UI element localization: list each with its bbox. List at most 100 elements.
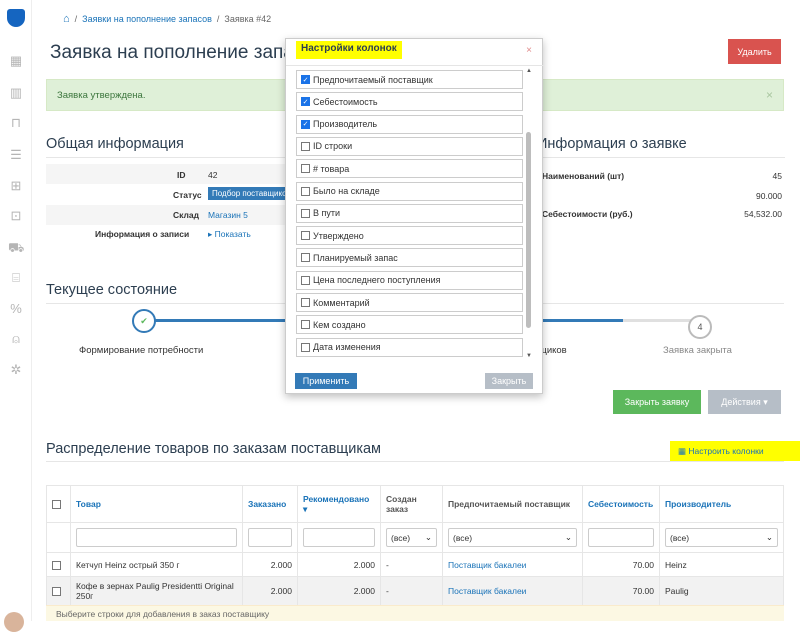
col-cost[interactable]: Себестоимость xyxy=(582,485,660,523)
column-option[interactable]: Утверждено xyxy=(296,226,523,246)
table-row[interactable]: Кетчуп Heinz острый 350 г 2.000 2.000 - … xyxy=(46,552,784,577)
step-4-circle: 4 xyxy=(688,315,712,339)
col-product[interactable]: Товар xyxy=(70,485,243,523)
divider xyxy=(537,157,785,158)
column-option[interactable]: # товара xyxy=(296,159,523,179)
select-all-checkbox[interactable] xyxy=(52,500,61,510)
actions-dropdown-button[interactable]: Действия ▾ xyxy=(708,390,781,414)
product-filter-input[interactable] xyxy=(76,528,237,547)
sidebar: ▦ ▥ ⊓ ☰ ⊞ ⊡ ⛟ ⌸ % ⍝ ✲ xyxy=(0,0,32,632)
column-option[interactable]: ✓ Производитель xyxy=(296,114,523,134)
discount-icon[interactable]: % xyxy=(8,301,24,317)
supplier-link[interactable]: Поставщик бакалеи xyxy=(448,560,526,570)
column-option[interactable]: Кем создано xyxy=(296,315,523,335)
ordered-filter-input[interactable] xyxy=(248,528,292,547)
step-done-icon: ✔ xyxy=(132,309,156,333)
col-ordered[interactable]: Заказано xyxy=(242,485,298,523)
status-label: Статус xyxy=(173,190,202,200)
truck-icon[interactable]: ⛟ xyxy=(8,240,24,256)
column-option-label: В пути xyxy=(313,208,341,219)
reports-icon[interactable]: ▥ xyxy=(8,85,24,101)
column-option-label: Планируемый запас xyxy=(313,252,398,263)
user-icon[interactable]: ⍝ xyxy=(8,331,24,347)
options-scrollbar[interactable]: ▲ ▼ xyxy=(525,68,533,361)
checkbox-checked-icon[interactable]: ✓ xyxy=(301,97,310,107)
breadcrumb-section[interactable]: Заявки на пополнение запасов xyxy=(82,14,212,24)
modal-close-icon[interactable]: × xyxy=(526,45,532,56)
checkbox-icon[interactable] xyxy=(301,342,310,352)
checkbox-icon[interactable] xyxy=(301,253,310,263)
supplier-filter-select[interactable]: (все) ⌄ xyxy=(448,528,577,547)
request-row: 90.000 xyxy=(756,191,782,201)
maker-cell: Heinz xyxy=(659,552,784,577)
recommended-cell: 2.000 xyxy=(297,552,381,577)
status-badge: Подбор поставщиков xyxy=(208,187,295,200)
register-icon[interactable]: ⊞ xyxy=(8,178,24,194)
row-checkbox[interactable] xyxy=(52,587,61,597)
column-option[interactable]: Дата изменения xyxy=(296,337,523,357)
avatar[interactable] xyxy=(4,612,24,632)
show-record-link[interactable]: ▸ Показать xyxy=(208,229,251,239)
scroll-down-icon[interactable]: ▼ xyxy=(525,353,533,359)
step-4-label: Заявка закрыта xyxy=(663,345,732,356)
checkbox-icon[interactable] xyxy=(301,320,310,330)
archive-icon[interactable]: ☰ xyxy=(8,147,24,163)
column-option[interactable]: Комментарий xyxy=(296,293,523,312)
maker-filter-select[interactable]: (все) ⌄ xyxy=(665,528,778,547)
warehouse-link[interactable]: Магазин 5 xyxy=(208,210,248,220)
row-checkbox[interactable] xyxy=(52,560,61,570)
checkbox-icon[interactable] xyxy=(301,164,310,174)
column-option[interactable]: Цена последнего поступления xyxy=(296,270,523,290)
cost-cell: 70.00 xyxy=(582,576,660,606)
created-filter-select[interactable]: (все) ⌄ xyxy=(386,528,437,547)
col-created-order: Создан заказ xyxy=(380,485,443,523)
checkbox-icon[interactable] xyxy=(301,141,310,151)
delete-button[interactable]: Удалить xyxy=(728,39,781,64)
column-option[interactable]: ID строки xyxy=(296,136,523,156)
column-option-label: # товара xyxy=(313,163,350,174)
close-request-button[interactable]: Закрыть заявку xyxy=(613,390,701,414)
column-option[interactable]: В пути xyxy=(296,203,523,223)
col-manufacturer[interactable]: Производитель xyxy=(659,485,784,523)
column-option[interactable]: Планируемый запас xyxy=(296,248,523,268)
column-option[interactable]: ✓ Предпочитаемый поставщик xyxy=(296,70,523,89)
settings-icon[interactable]: ✲ xyxy=(8,362,24,378)
selection-hint: Выберите строки для добавления в заказ п… xyxy=(46,605,784,621)
breadcrumb: ⌂ / Заявки на пополнение запасов / Заявк… xyxy=(63,13,272,25)
id-value: 42 xyxy=(208,170,218,180)
close-button[interactable]: Закрыть xyxy=(485,373,533,389)
app-logo[interactable] xyxy=(7,9,25,27)
checkbox-checked-icon[interactable]: ✓ xyxy=(301,75,310,84)
column-option-label: Дата изменения xyxy=(313,342,381,353)
checkbox-icon[interactable] xyxy=(301,298,310,307)
request-info-title: Информация о заявке xyxy=(537,136,687,152)
checkbox-icon[interactable] xyxy=(301,208,310,218)
distribution-table: Товар Заказано Рекомендовано ▾ Создан за… xyxy=(46,485,784,606)
col-recommended[interactable]: Рекомендовано ▾ xyxy=(297,485,381,523)
warehouse-icon[interactable]: ⊡ xyxy=(8,208,24,224)
recommended-filter-input[interactable] xyxy=(303,528,375,547)
row-bg xyxy=(46,205,291,225)
checkbox-icon[interactable] xyxy=(301,186,310,196)
column-option[interactable]: ✓ Себестоимость xyxy=(296,92,523,112)
apply-button[interactable]: Применить xyxy=(295,373,357,389)
recommended-cell: 2.000 xyxy=(297,576,381,606)
checkbox-icon[interactable] xyxy=(301,275,310,285)
alert-text: Заявка утверждена. xyxy=(57,90,146,101)
clipboard-icon[interactable]: ⌸ xyxy=(8,270,24,286)
dashboard-icon[interactable]: ▦ xyxy=(8,53,24,69)
product-cell: Кофе в зернах Paulig Presidentti Origina… xyxy=(70,576,243,606)
alert-close-icon[interactable]: × xyxy=(766,88,773,102)
cost-filter-input[interactable] xyxy=(588,528,654,547)
configure-columns-link[interactable]: ▦ Настроить колонки xyxy=(670,441,800,461)
current-state-title: Текущее состояние xyxy=(46,282,178,298)
checkbox-checked-icon[interactable]: ✓ xyxy=(301,119,310,129)
table-row[interactable]: Кофе в зернах Paulig Presidentti Origina… xyxy=(46,576,784,606)
home-icon[interactable]: ⌂ xyxy=(63,13,70,25)
scroll-thumb[interactable] xyxy=(526,132,531,328)
bag-icon[interactable]: ⊓ xyxy=(8,115,24,131)
checkbox-icon[interactable] xyxy=(301,231,310,241)
scroll-up-icon[interactable]: ▲ xyxy=(525,68,533,74)
supplier-link[interactable]: Поставщик бакалеи xyxy=(448,586,526,596)
column-option[interactable]: Было на складе xyxy=(296,181,523,201)
